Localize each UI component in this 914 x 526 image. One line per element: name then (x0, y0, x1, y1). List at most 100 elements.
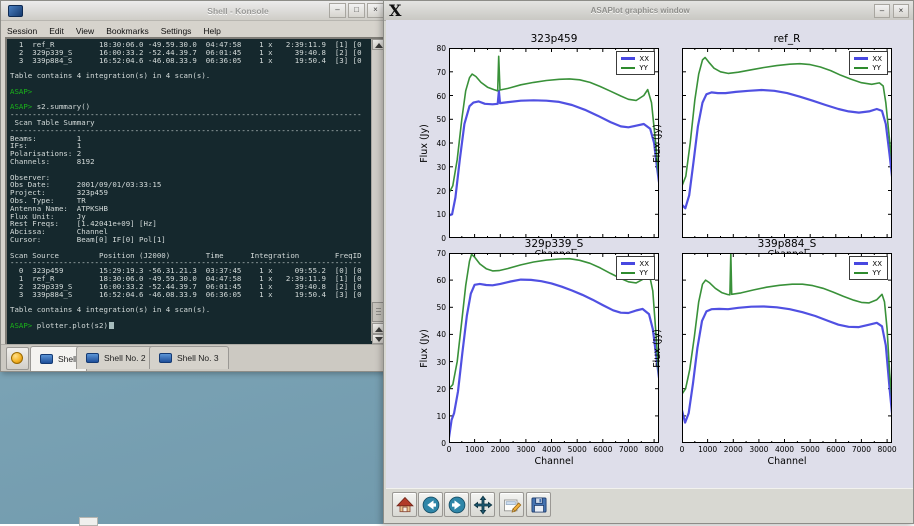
tab-label: Shell No. 3 (177, 353, 219, 363)
x-tick-label: 4000 (539, 445, 565, 454)
terminal-output[interactable]: 1 ref_R 18:30:06.0 -49.59.30.0 04:47:58 … (10, 41, 362, 337)
terminal-line: 3 339p884_S 16:52:04.6 -46.08.33.9 06:36… (10, 57, 362, 65)
axis-ticks (683, 254, 891, 442)
terminal-line: Table contains 4 integration(s) in 4 sca… (10, 306, 362, 314)
xx-legend-line (854, 262, 868, 265)
legend-label: XX (639, 260, 649, 268)
legend: XXYY (616, 256, 655, 280)
konsole-window-title: Shell - Konsole (27, 6, 329, 16)
menu-view[interactable]: View (70, 24, 100, 36)
terminal-tab-icon (86, 353, 99, 363)
minimize-button[interactable]: – (329, 3, 346, 18)
x-tick-label: 0 (436, 445, 462, 454)
legend-label: YY (872, 64, 881, 72)
x-tick-label: 0 (669, 445, 695, 454)
back-button[interactable] (418, 492, 443, 517)
x-tick-label: 4000 (772, 445, 798, 454)
terminal-line: Channels: 8192 (10, 158, 362, 166)
x-tick-label: 2000 (487, 445, 513, 454)
konsole-app-icon (8, 5, 23, 17)
x-tick-label: 3000 (746, 445, 772, 454)
axis-ticks (683, 49, 891, 237)
x-tick-label: 5000 (564, 445, 590, 454)
forward-button[interactable] (444, 492, 469, 517)
konsole-window: Shell - Konsole – □ × SessionEditViewBoo… (0, 0, 388, 372)
plot-toolbar (386, 488, 913, 521)
legend-label: XX (872, 55, 882, 63)
desktop: Shell - Konsole – □ × SessionEditViewBoo… (0, 0, 914, 524)
y-axis-label: Flux (Jy) (651, 253, 663, 443)
y-axis-label: Flux (Jy) (651, 48, 663, 238)
x-tick-label: 7000 (615, 445, 641, 454)
taskbar-fragment (79, 517, 98, 526)
axis-ticks (450, 254, 658, 442)
asaplot-titlebar[interactable]: X ASAPlot graphics window – × (384, 1, 913, 21)
legend: XXYY (849, 256, 888, 280)
subplot-ref_R: ref_RFlux (Jy)ChannelXXYY (682, 48, 892, 238)
plot-axes (449, 253, 659, 443)
konsole-titlebar[interactable]: Shell - Konsole – □ × (1, 1, 387, 21)
yy-curve (683, 58, 891, 186)
terminal-line: 3 339p884_S 16:52:04.6 -46.08.33.9 06:36… (10, 291, 362, 299)
home-button[interactable] (392, 492, 417, 517)
back-icon (421, 495, 441, 515)
terminal-line: Cursor: Beam[0] IF[0] Pol[1] (10, 236, 362, 244)
x-tick-label: 6000 (590, 445, 616, 454)
configure-subplots-icon (502, 495, 522, 515)
x11-logo-icon: X (384, 2, 406, 19)
tab-shell-no-3[interactable]: Shell No. 3 (149, 346, 229, 369)
yy-legend-line (854, 67, 868, 69)
yy-legend-line (621, 67, 635, 69)
asaplot-window: X ASAPlot graphics window – × 323p459010… (383, 0, 914, 524)
legend-label: YY (872, 269, 881, 277)
konsole-menubar: SessionEditViewBookmarksSettingsHelp (1, 21, 387, 36)
x-tick-label: 8000 (641, 445, 667, 454)
xx-curve (450, 280, 658, 438)
terminal-line: ASAP> (10, 88, 362, 96)
minimize-button[interactable]: – (874, 4, 890, 18)
legend: XXYY (616, 51, 655, 75)
new-session-button[interactable] (6, 347, 29, 370)
menu-help[interactable]: Help (197, 24, 226, 36)
subplot-title: 329p339_S (449, 238, 659, 250)
terminal-tab-icon (40, 354, 53, 364)
close-button[interactable]: × (893, 4, 909, 18)
y-axis-label: Flux (Jy) (418, 253, 430, 443)
legend-label: XX (872, 260, 882, 268)
menu-bookmarks[interactable]: Bookmarks (100, 24, 155, 36)
terminal-line: ASAP> plotter.plot(s2) (10, 322, 362, 330)
plot-axes (682, 48, 892, 238)
xx-curve (683, 307, 891, 423)
tab-shell-no-2[interactable]: Shell No. 2 (76, 346, 156, 369)
configure-subplots-button[interactable] (499, 492, 524, 517)
menu-settings[interactable]: Settings (155, 24, 198, 36)
legend-label: YY (639, 64, 648, 72)
x-axis-label: Channel (682, 456, 892, 467)
pan-button[interactable] (470, 492, 495, 517)
xx-legend-line (854, 57, 868, 60)
terminal-frame: 1 ref_R 18:30:06.0 -49.59.30.0 04:47:58 … (5, 37, 387, 347)
maximize-button[interactable]: □ (348, 3, 365, 18)
y-axis-label: Flux (Jy) (418, 48, 430, 238)
x-tick-label: 6000 (823, 445, 849, 454)
konsole-tabbar: ShellShell No. 2 Shell No. 3 (1, 344, 387, 371)
axis-ticks (450, 49, 658, 237)
tab-label: Shell (58, 354, 77, 364)
x-tick-label: 5000 (797, 445, 823, 454)
subplot-339p884_S: 339p884_S0100020003000400050006000700080… (682, 253, 892, 443)
x-tick-label: 8000 (874, 445, 900, 454)
xx-legend-line (621, 57, 635, 60)
xx-curve (683, 90, 891, 208)
subplot-329p339_S: 329p339_S0102030405060700100020003000400… (449, 253, 659, 443)
close-button[interactable]: × (367, 3, 384, 18)
menu-edit[interactable]: Edit (43, 24, 70, 36)
terminal-line (10, 80, 362, 88)
subplot-title: ref_R (682, 33, 892, 45)
x-tick-label: 1000 (462, 445, 488, 454)
figure-canvas[interactable]: 323p45901020304050607080Flux (Jy)Channel… (386, 20, 913, 490)
menu-session[interactable]: Session (1, 24, 43, 36)
legend-label: XX (639, 55, 649, 63)
legend-label: YY (639, 269, 648, 277)
yy-curve (450, 56, 658, 193)
save-button[interactable] (526, 492, 551, 517)
